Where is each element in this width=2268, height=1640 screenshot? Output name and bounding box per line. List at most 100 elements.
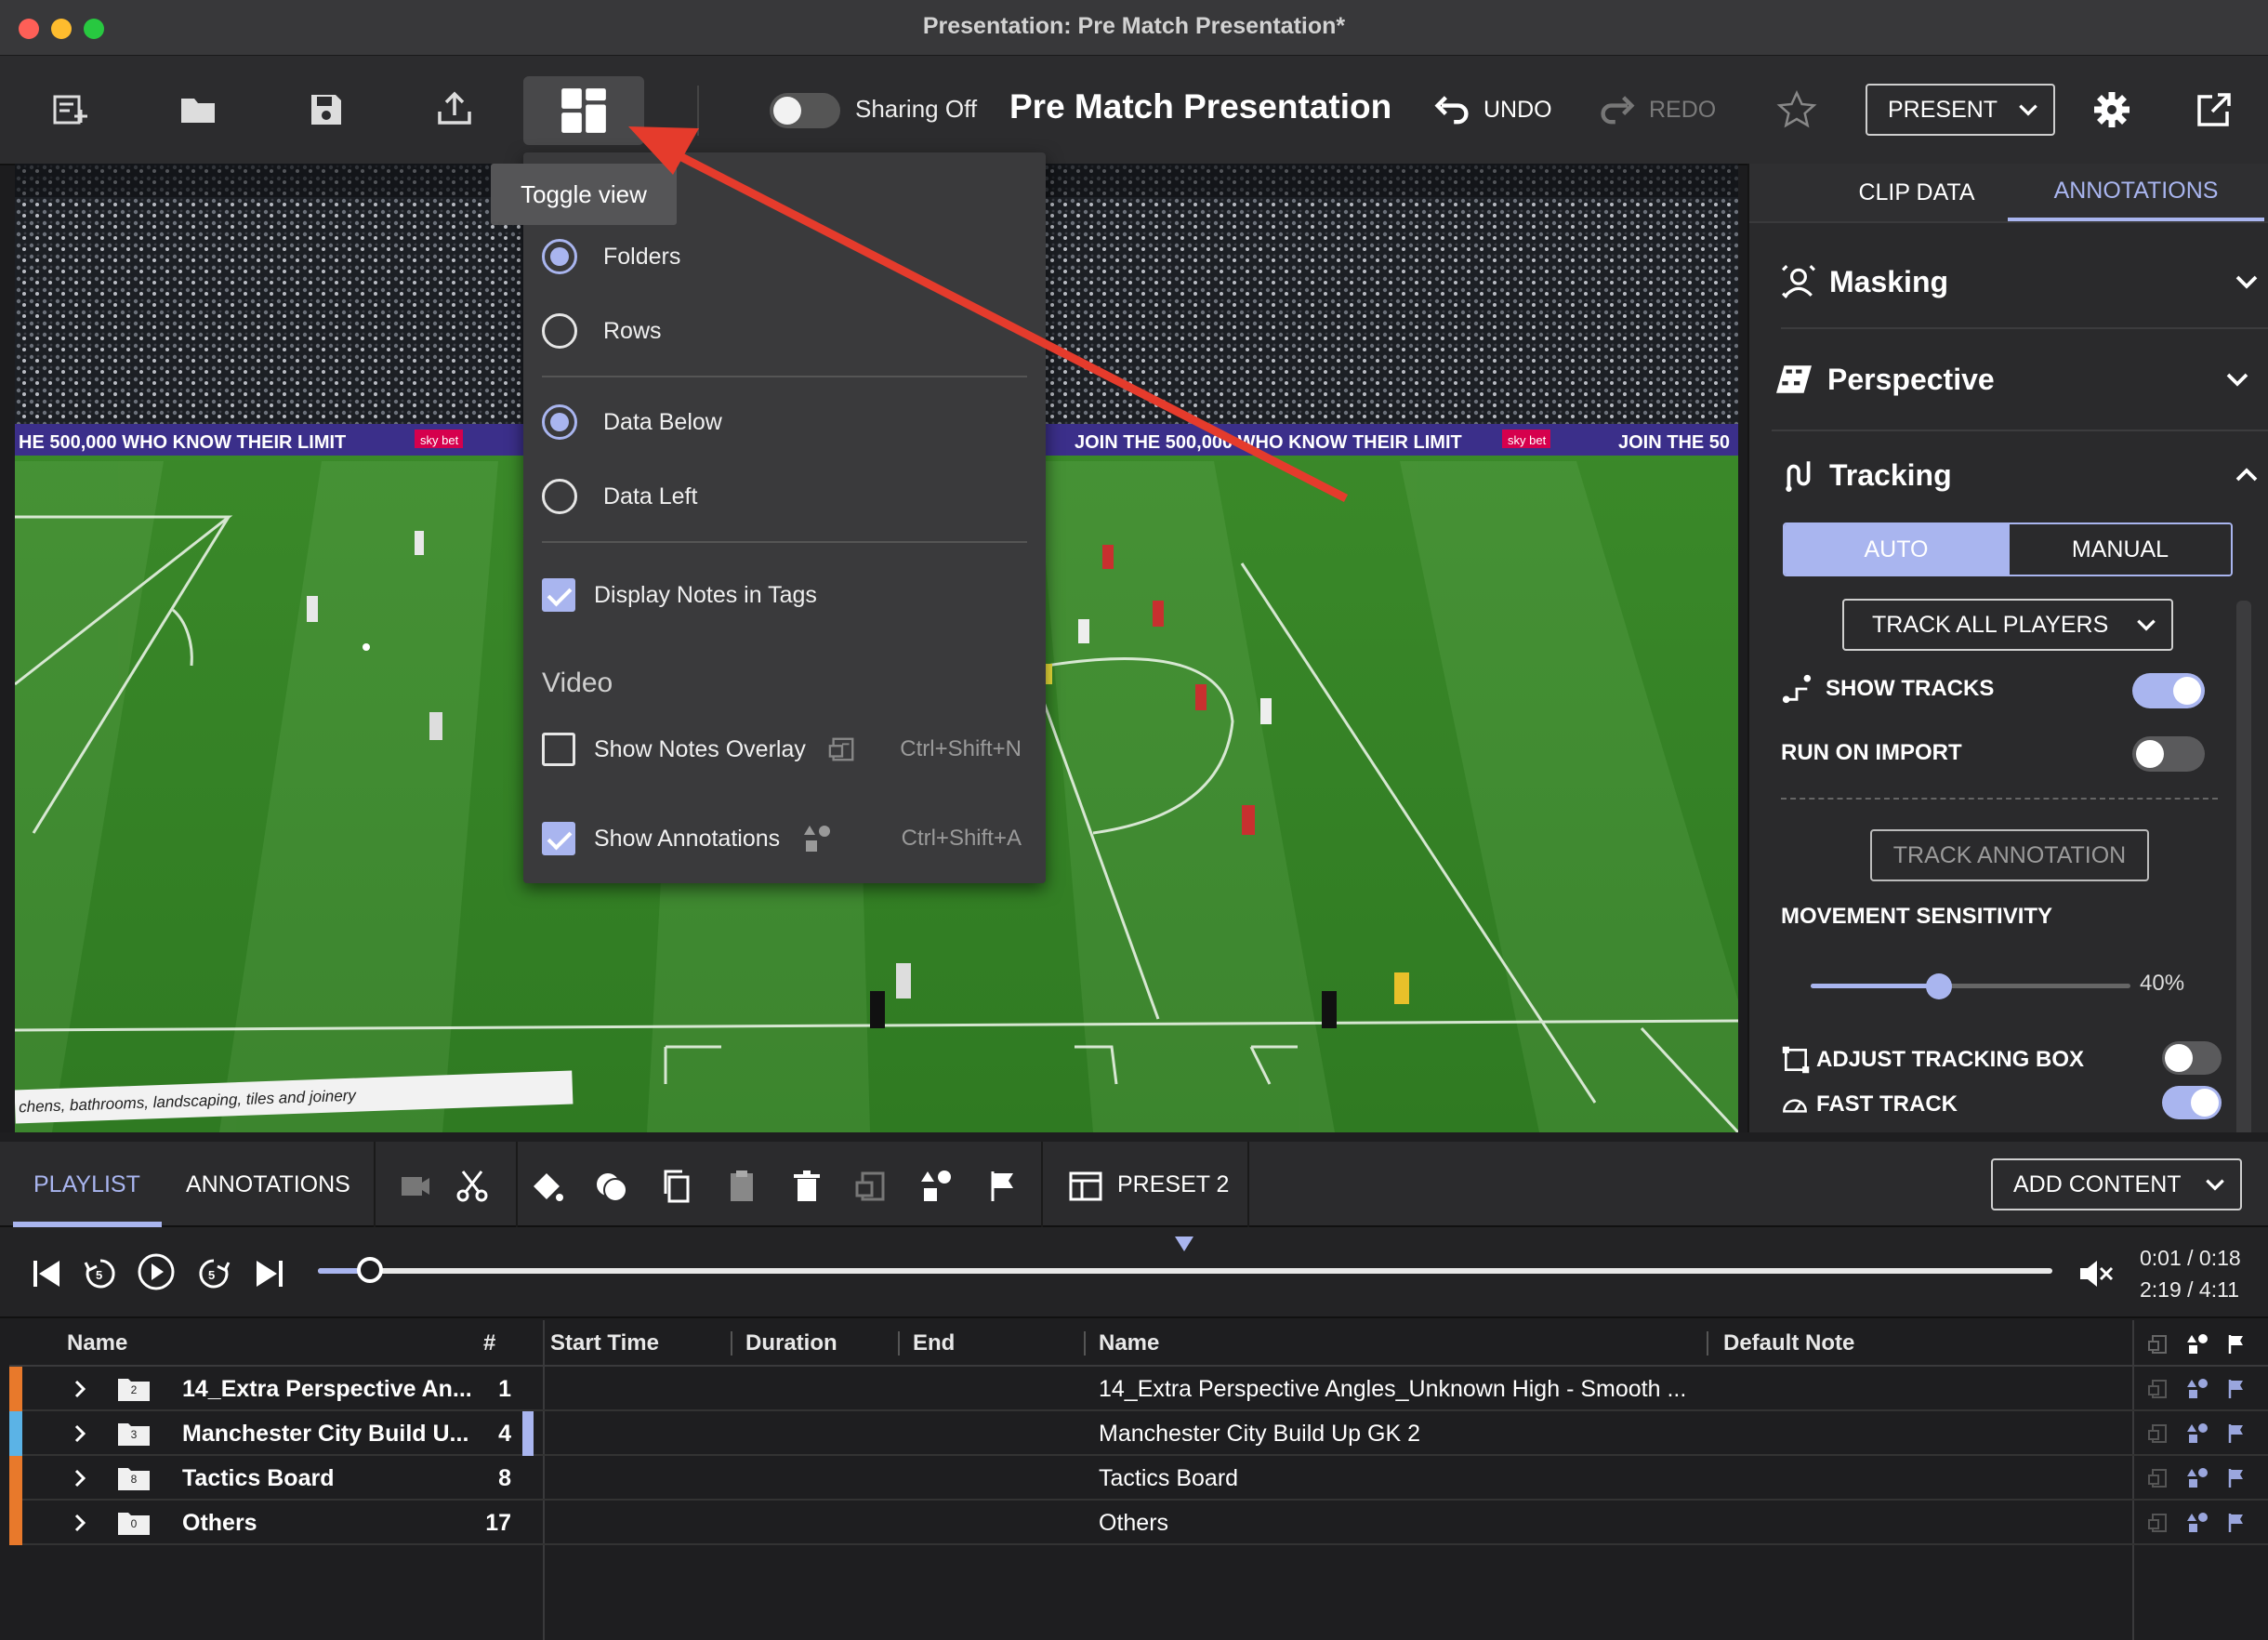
table-row[interactable]: 2 14_Extra Perspective An... 1 14_Extra … bbox=[9, 1367, 2268, 1411]
shapes-overlap-icon[interactable] bbox=[593, 1168, 630, 1205]
presentation-title[interactable]: Pre Match Presentation bbox=[1009, 87, 1391, 126]
data-left-radio[interactable] bbox=[542, 479, 577, 514]
new-presentation-icon[interactable] bbox=[42, 82, 98, 138]
tracking-section-header[interactable]: Tracking bbox=[1781, 443, 2268, 508]
row-selection-indicator bbox=[522, 1411, 534, 1456]
popout-window-icon[interactable] bbox=[2186, 82, 2242, 138]
expand-chevron-icon[interactable] bbox=[69, 1378, 91, 1400]
play-icon[interactable] bbox=[136, 1251, 177, 1292]
tab-playlist[interactable]: PLAYLIST bbox=[33, 1142, 140, 1227]
table-row[interactable]: 8 Tactics Board 8 Tactics Board bbox=[9, 1456, 2268, 1501]
col-header-end[interactable]: End bbox=[913, 1320, 955, 1367]
window-titlebar: Presentation: Pre Match Presentation* bbox=[0, 0, 2268, 56]
col-header-duration[interactable]: Duration bbox=[745, 1320, 837, 1367]
mode-auto-button[interactable]: AUTO bbox=[1785, 524, 2008, 575]
table-row[interactable]: 0 Others 17 Others bbox=[9, 1501, 2268, 1545]
fast-track-label: FAST TRACK bbox=[1816, 1091, 1958, 1117]
menu-item-show-annotations[interactable]: Show Annotations Ctrl+Shift+A bbox=[542, 811, 1027, 866]
fast-track-toggle[interactable] bbox=[2162, 1086, 2222, 1119]
display-notes-checkbox[interactable] bbox=[542, 578, 575, 612]
preset-selector[interactable]: PRESET 2 bbox=[1117, 1142, 1229, 1227]
present-dropdown[interactable]: PRESENT bbox=[1866, 84, 2055, 136]
notes-overlay-icon[interactable] bbox=[2147, 1512, 2169, 1534]
folders-radio[interactable] bbox=[542, 239, 577, 274]
tab-clip-data[interactable]: CLIP DATA bbox=[1805, 164, 2028, 221]
menu-item-display-notes-in-tags[interactable]: Display Notes in Tags bbox=[542, 567, 817, 623]
annotations-shapes-icon[interactable] bbox=[2186, 1378, 2209, 1400]
adjust-tracking-box-toggle[interactable] bbox=[2162, 1041, 2222, 1075]
sensitivity-slider-track[interactable] bbox=[1811, 973, 2130, 999]
track-players-dropdown[interactable]: TRACK ALL PLAYERS bbox=[1842, 599, 2173, 651]
flag-icon[interactable] bbox=[2225, 1512, 2248, 1534]
expand-chevron-icon[interactable] bbox=[69, 1467, 91, 1489]
cut-scissors-icon[interactable] bbox=[454, 1168, 491, 1205]
timeline-handle[interactable] bbox=[356, 1257, 383, 1283]
annotations-shapes-icon[interactable] bbox=[918, 1168, 956, 1205]
redo-button[interactable]: REDO bbox=[1597, 89, 1716, 130]
show-annotations-checkbox[interactable] bbox=[542, 822, 575, 855]
copy-icon[interactable] bbox=[658, 1168, 695, 1205]
col-header-start-time[interactable]: Start Time bbox=[550, 1320, 659, 1367]
forward-5s-icon[interactable]: 5 bbox=[195, 1255, 232, 1292]
track-annotation-button[interactable]: TRACK ANNOTATION bbox=[1870, 829, 2149, 881]
settings-gear-icon[interactable] bbox=[2084, 82, 2140, 138]
toggle-view-button[interactable] bbox=[523, 76, 644, 145]
undo-button[interactable]: UNDO bbox=[1431, 89, 1552, 130]
expand-chevron-icon[interactable] bbox=[69, 1422, 91, 1445]
menu-item-data-below[interactable]: Data Below bbox=[542, 394, 722, 450]
col-header-count[interactable]: # bbox=[483, 1320, 495, 1367]
show-notes-overlay-checkbox[interactable] bbox=[542, 733, 575, 766]
flag-icon[interactable] bbox=[2225, 1467, 2248, 1489]
col-header-name[interactable]: Name bbox=[67, 1320, 127, 1367]
menu-item-data-left[interactable]: Data Left bbox=[542, 469, 697, 524]
perspective-section-header[interactable]: Perspective bbox=[1772, 329, 2268, 431]
menu-item-show-notes-overlay[interactable]: Show Notes Overlay Ctrl+Shift+N bbox=[542, 721, 1027, 777]
open-folder-icon[interactable] bbox=[170, 82, 226, 138]
add-clip-camera-icon[interactable] bbox=[398, 1168, 435, 1205]
mode-manual-button[interactable]: MANUAL bbox=[2007, 524, 2231, 575]
flag-icon[interactable] bbox=[2225, 1422, 2248, 1445]
tab-annotations[interactable]: ANNOTATIONS bbox=[2008, 164, 2264, 221]
paint-fill-icon[interactable] bbox=[528, 1168, 565, 1205]
chevron-down-icon bbox=[2235, 275, 2258, 289]
delete-trash-icon[interactable] bbox=[788, 1168, 825, 1205]
expand-chevron-icon[interactable] bbox=[69, 1512, 91, 1534]
menu-item-folders[interactable]: Folders bbox=[542, 229, 680, 284]
favorite-star-icon[interactable] bbox=[1769, 82, 1825, 138]
menu-item-rows[interactable]: Rows bbox=[542, 303, 662, 359]
flag-icon[interactable] bbox=[2225, 1378, 2248, 1400]
col-header-clip-name[interactable]: Name bbox=[1099, 1320, 1159, 1367]
table-row[interactable]: 3 Manchester City Build U... 4 Mancheste… bbox=[9, 1411, 2268, 1456]
sensitivity-slider-fill bbox=[1811, 984, 1939, 988]
timeline-scrubber[interactable] bbox=[318, 1257, 2052, 1283]
perspective-icon bbox=[1776, 365, 1812, 393]
tab-playlist-annotations[interactable]: ANNOTATIONS bbox=[186, 1142, 350, 1227]
muted-volume-icon[interactable] bbox=[2077, 1255, 2114, 1292]
rewind-5s-icon[interactable]: 5 bbox=[82, 1255, 119, 1292]
skip-to-start-icon[interactable] bbox=[28, 1255, 65, 1292]
flag-icon[interactable] bbox=[983, 1168, 1021, 1205]
notes-overlay-icon[interactable] bbox=[2147, 1422, 2169, 1445]
export-upload-icon[interactable] bbox=[427, 82, 482, 138]
add-content-dropdown[interactable]: ADD CONTENT bbox=[1991, 1158, 2242, 1210]
data-below-radio[interactable] bbox=[542, 404, 577, 440]
paste-clipboard-icon[interactable] bbox=[723, 1168, 760, 1205]
skip-to-end-icon[interactable] bbox=[251, 1255, 288, 1292]
annotations-shapes-icon[interactable] bbox=[2186, 1422, 2209, 1445]
col-header-default-note[interactable]: Default Note bbox=[1723, 1320, 1854, 1367]
annotations-shapes-icon[interactable] bbox=[2186, 1512, 2209, 1534]
run-on-import-toggle[interactable] bbox=[2132, 736, 2205, 772]
sensitivity-slider-handle[interactable] bbox=[1925, 973, 1952, 999]
masking-section-header[interactable]: Masking bbox=[1781, 236, 2268, 329]
sharing-toggle[interactable] bbox=[770, 93, 840, 128]
notes-overlay-icon[interactable] bbox=[2147, 1467, 2169, 1489]
rows-radio[interactable] bbox=[542, 313, 577, 349]
annotations-shapes-icon[interactable] bbox=[2186, 1467, 2209, 1489]
save-icon[interactable] bbox=[298, 82, 354, 138]
notes-overlay-icon[interactable] bbox=[853, 1168, 890, 1205]
track-players-label: TRACK ALL PLAYERS bbox=[1872, 611, 2109, 638]
notes-overlay-icon[interactable] bbox=[2147, 1378, 2169, 1400]
show-tracks-toggle[interactable] bbox=[2132, 673, 2205, 708]
svg-text:5: 5 bbox=[96, 1268, 102, 1282]
folder-icon: 8 bbox=[117, 1465, 151, 1491]
